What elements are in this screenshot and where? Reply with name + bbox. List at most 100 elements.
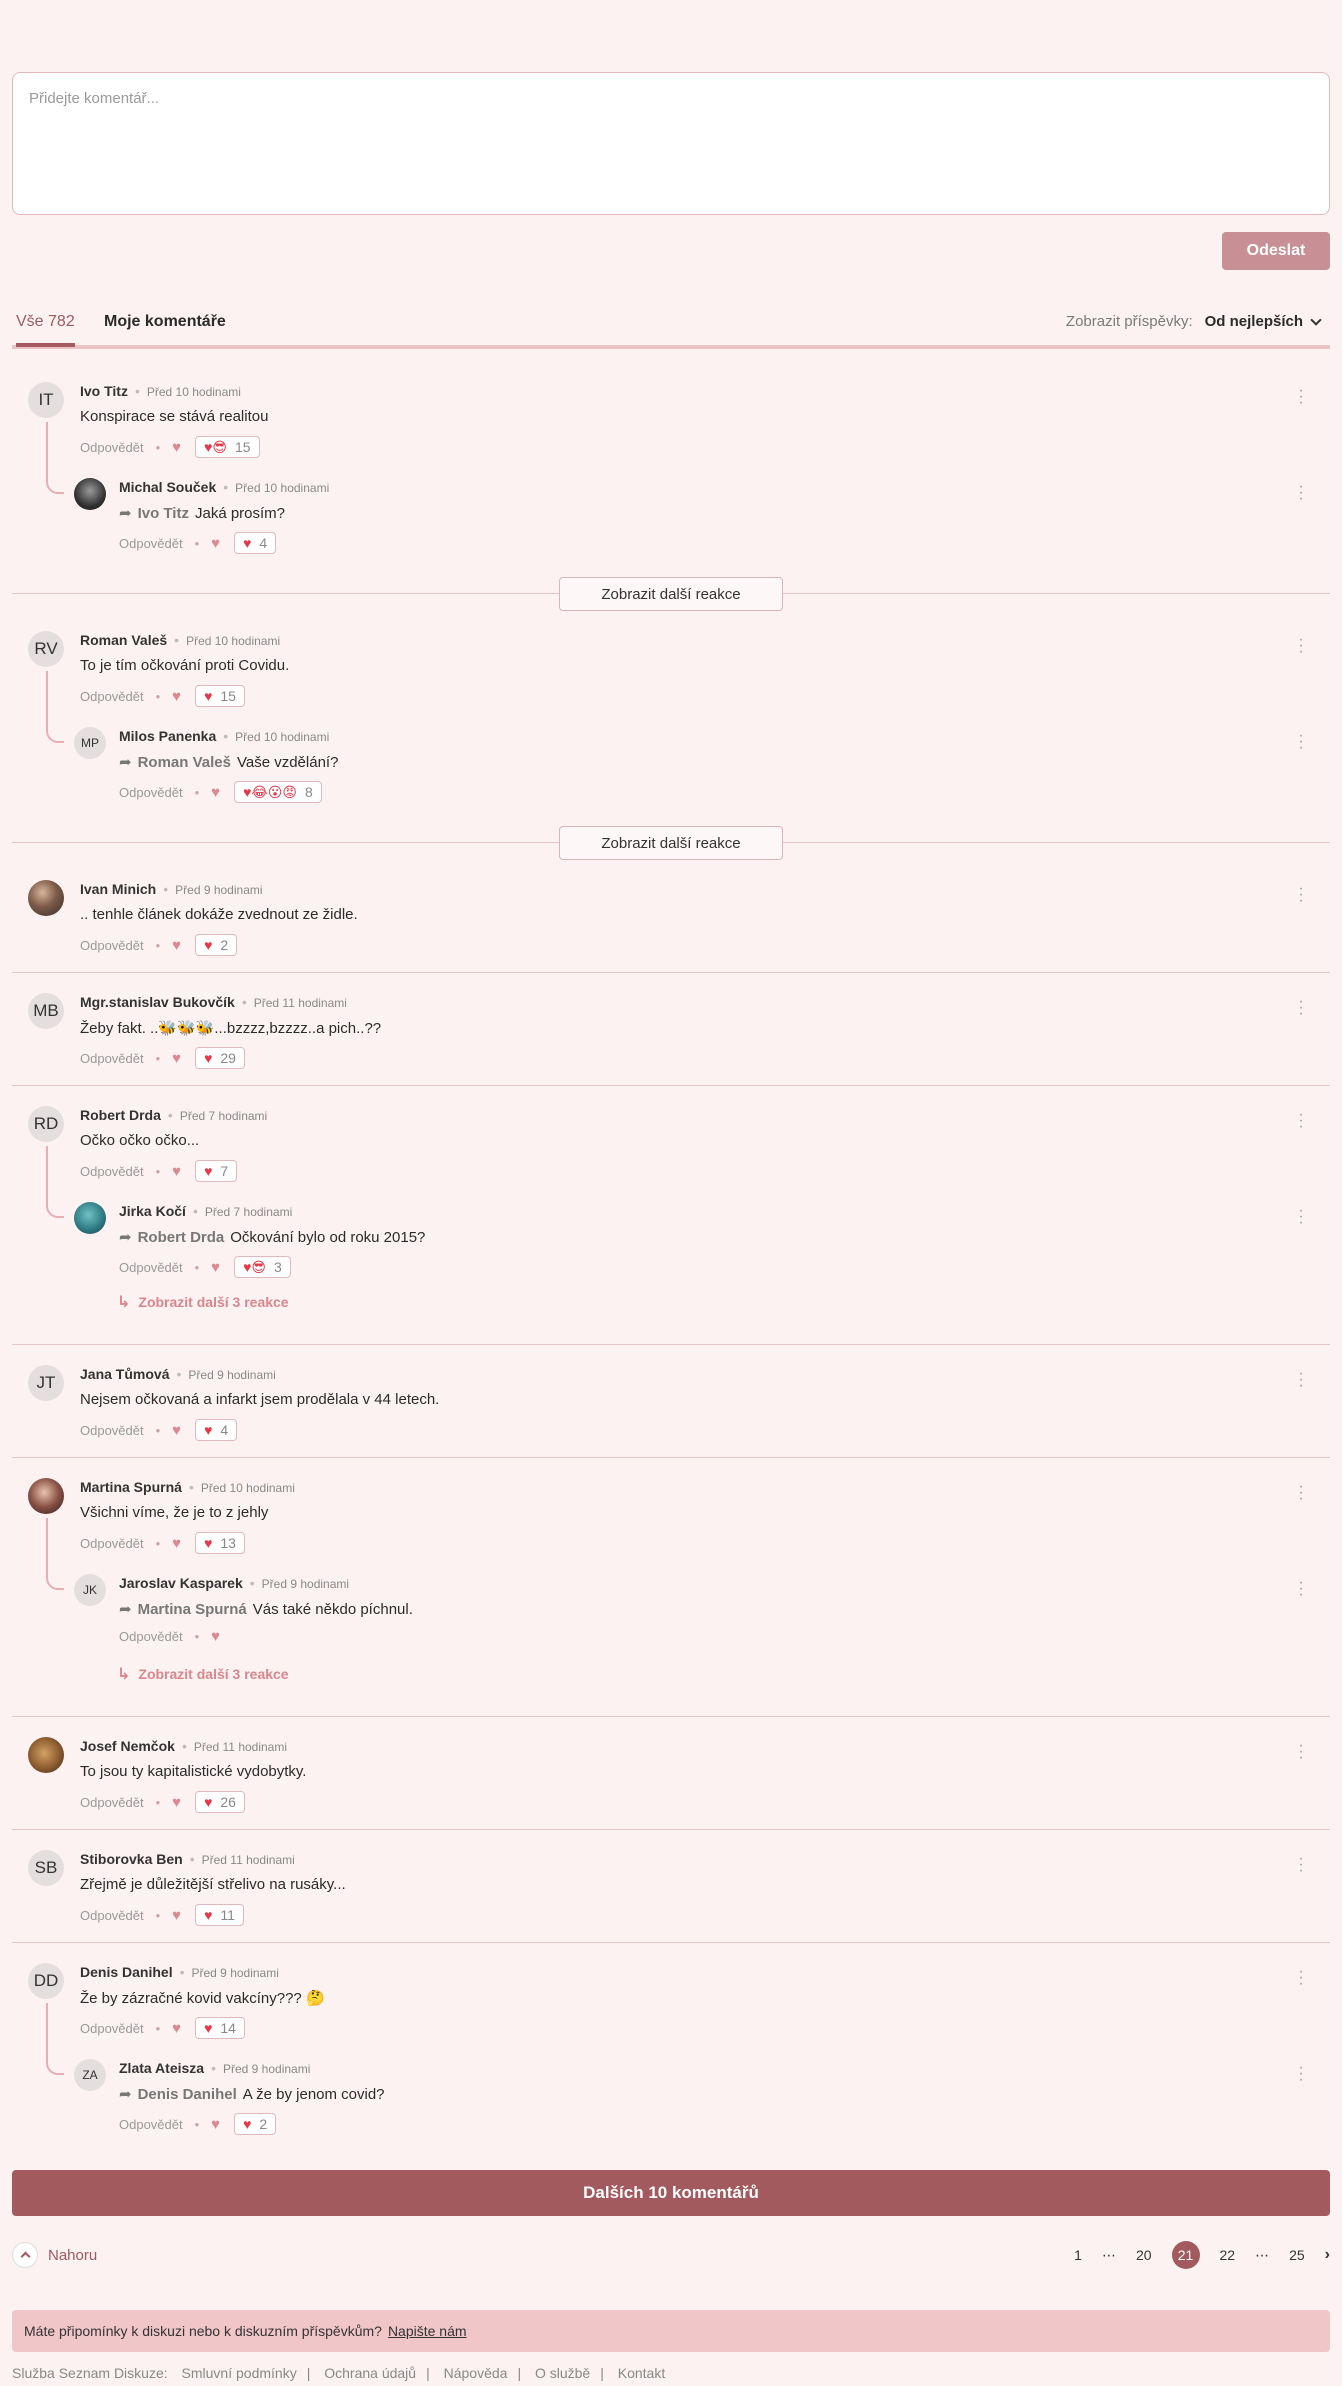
like-icon[interactable]: ♥ xyxy=(172,1794,181,1811)
more-options-icon[interactable]: · · · xyxy=(1298,728,1304,756)
reply-to-name[interactable]: Roman Valeš xyxy=(138,754,231,771)
reactions-badge[interactable]: ♥ 15 xyxy=(195,685,245,707)
reactions-badge[interactable]: ♥ 4 xyxy=(234,532,277,554)
more-options-icon[interactable]: · · · xyxy=(1298,1964,1304,1992)
author-name[interactable]: Ivo Titz xyxy=(80,383,128,399)
avatar[interactable]: RV xyxy=(28,631,64,667)
author-name[interactable]: Jirka Kočí xyxy=(119,1203,186,1219)
reply-to-name[interactable]: Ivo Titz xyxy=(138,505,189,522)
page-current[interactable]: 21 xyxy=(1171,2241,1200,2269)
author-name[interactable]: Roman Valeš xyxy=(80,632,167,648)
reply-button[interactable]: Odpovědět xyxy=(80,1536,144,1551)
like-icon[interactable]: ♥ xyxy=(211,535,220,552)
show-more-replies-link[interactable]: ↳ Zobrazit další 3 reakce xyxy=(117,1664,289,1684)
reply-button[interactable]: Odpovědět xyxy=(80,689,144,704)
like-icon[interactable]: ♥ xyxy=(172,1907,181,1924)
author-name[interactable]: Denis Danihel xyxy=(80,1964,173,1980)
reactions-badge[interactable]: ♥ 2 xyxy=(195,934,238,956)
page-link[interactable]: 25 xyxy=(1289,2247,1305,2263)
avatar[interactable]: RD xyxy=(28,1106,64,1142)
author-name[interactable]: Michal Souček xyxy=(119,479,216,495)
avatar[interactable] xyxy=(28,1478,64,1514)
author-name[interactable]: Milos Panenka xyxy=(119,728,216,744)
more-options-icon[interactable]: · · · xyxy=(1298,881,1304,909)
reply-button[interactable]: Odpovědět xyxy=(80,1795,144,1810)
like-icon[interactable]: ♥ xyxy=(211,1628,220,1645)
footer-link-contact[interactable]: Kontakt xyxy=(618,2365,665,2381)
author-name[interactable]: Zlata Ateisza xyxy=(119,2060,204,2076)
reply-button[interactable]: Odpovědět xyxy=(80,2021,144,2036)
reply-button[interactable]: Odpovědět xyxy=(119,2117,183,2132)
reply-button[interactable]: Odpovědět xyxy=(80,1051,144,1066)
show-more-replies-link[interactable]: ↳ Zobrazit další 3 reakce xyxy=(117,1292,289,1312)
reply-button[interactable]: Odpovědět xyxy=(119,1260,183,1275)
sort-dropdown[interactable]: Zobrazit příspěvky: Od nejlepších xyxy=(1066,313,1322,330)
reply-to-name[interactable]: Robert Drda xyxy=(138,1229,225,1246)
reply-button[interactable]: Odpovědět xyxy=(80,1164,144,1179)
avatar[interactable]: DD xyxy=(28,1963,64,1999)
footer-link-about[interactable]: O službě xyxy=(535,2365,590,2381)
avatar[interactable] xyxy=(74,478,106,510)
reactions-badge[interactable]: ♥ 29 xyxy=(195,1047,245,1069)
more-options-icon[interactable]: · · · xyxy=(1298,383,1304,411)
author-name[interactable]: Ivan Minich xyxy=(80,881,156,897)
page-link[interactable]: 1 xyxy=(1074,2247,1082,2263)
page-link[interactable]: 20 xyxy=(1136,2247,1152,2263)
author-name[interactable]: Jana Tůmová xyxy=(80,1366,169,1382)
author-name[interactable]: Stiborovka Ben xyxy=(80,1851,183,1867)
reply-button[interactable]: Odpovědět xyxy=(119,785,183,800)
page-link[interactable]: 22 xyxy=(1220,2247,1236,2263)
more-options-icon[interactable]: · · · xyxy=(1298,1203,1304,1231)
avatar[interactable] xyxy=(28,1737,64,1773)
reply-to-name[interactable]: Martina Spurná xyxy=(138,1601,247,1618)
more-options-icon[interactable]: · · · xyxy=(1298,994,1304,1022)
avatar[interactable] xyxy=(28,880,64,916)
avatar[interactable]: IT xyxy=(28,382,64,418)
avatar[interactable]: SB xyxy=(28,1850,64,1886)
reactions-badge[interactable]: ♥😎 15 xyxy=(195,436,260,458)
reply-button[interactable]: Odpovědět xyxy=(80,938,144,953)
more-options-icon[interactable]: · · · xyxy=(1298,1479,1304,1507)
reactions-badge[interactable]: ♥😎 3 xyxy=(234,1256,291,1278)
reactions-badge[interactable]: ♥ 4 xyxy=(195,1419,238,1441)
like-icon[interactable]: ♥ xyxy=(172,1535,181,1552)
feedback-link[interactable]: Napište nám xyxy=(388,2323,467,2339)
more-options-icon[interactable]: · · · xyxy=(1298,2060,1304,2088)
reactions-badge[interactable]: ♥ 26 xyxy=(195,1791,245,1813)
like-icon[interactable]: ♥ xyxy=(172,1050,181,1067)
more-options-icon[interactable]: · · · xyxy=(1298,632,1304,660)
reply-button[interactable]: Odpovědět xyxy=(80,1423,144,1438)
more-options-icon[interactable]: · · · xyxy=(1298,1107,1304,1135)
author-name[interactable]: Martina Spurná xyxy=(80,1479,182,1495)
show-more-reactions-button[interactable]: Zobrazit další reakce xyxy=(559,826,783,860)
more-options-icon[interactable]: · · · xyxy=(1298,1738,1304,1766)
reply-button[interactable]: Odpovědět xyxy=(80,1908,144,1923)
footer-link-help[interactable]: Nápověda xyxy=(444,2365,508,2381)
author-name[interactable]: Josef Nemčok xyxy=(80,1738,175,1754)
reactions-badge[interactable]: ♥ 11 xyxy=(195,1904,244,1926)
like-icon[interactable]: ♥ xyxy=(172,1163,181,1180)
more-options-icon[interactable]: · · · xyxy=(1298,479,1304,507)
avatar[interactable]: MP xyxy=(74,727,106,759)
avatar[interactable]: JT xyxy=(28,1365,64,1401)
like-icon[interactable]: ♥ xyxy=(172,688,181,705)
like-icon[interactable]: ♥ xyxy=(172,439,181,456)
avatar[interactable] xyxy=(74,1202,106,1234)
load-more-comments-button[interactable]: Dalších 10 komentářů xyxy=(12,2170,1330,2216)
reactions-badge[interactable]: ♥ 2 xyxy=(234,2113,277,2135)
avatar[interactable]: JK xyxy=(74,1574,106,1606)
reply-button[interactable]: Odpovědět xyxy=(119,1629,183,1644)
reply-button[interactable]: Odpovědět xyxy=(80,440,144,455)
footer-link-terms[interactable]: Smluvní podmínky xyxy=(182,2365,297,2381)
tab-my-comments[interactable]: Moje komentáře xyxy=(104,313,226,331)
more-options-icon[interactable]: · · · xyxy=(1298,1366,1304,1394)
show-more-reactions-button[interactable]: Zobrazit další reakce xyxy=(559,577,783,611)
more-options-icon[interactable]: · · · xyxy=(1298,1575,1304,1603)
more-options-icon[interactable]: · · · xyxy=(1298,1851,1304,1879)
comment-input[interactable]: Přidejte komentář... xyxy=(12,72,1330,215)
author-name[interactable]: Jaroslav Kasparek xyxy=(119,1575,243,1591)
reply-button[interactable]: Odpovědět xyxy=(119,536,183,551)
back-to-top-link[interactable]: Nahoru xyxy=(12,2242,97,2268)
author-name[interactable]: Robert Drda xyxy=(80,1107,161,1123)
reactions-badge[interactable]: ♥ 7 xyxy=(195,1160,238,1182)
